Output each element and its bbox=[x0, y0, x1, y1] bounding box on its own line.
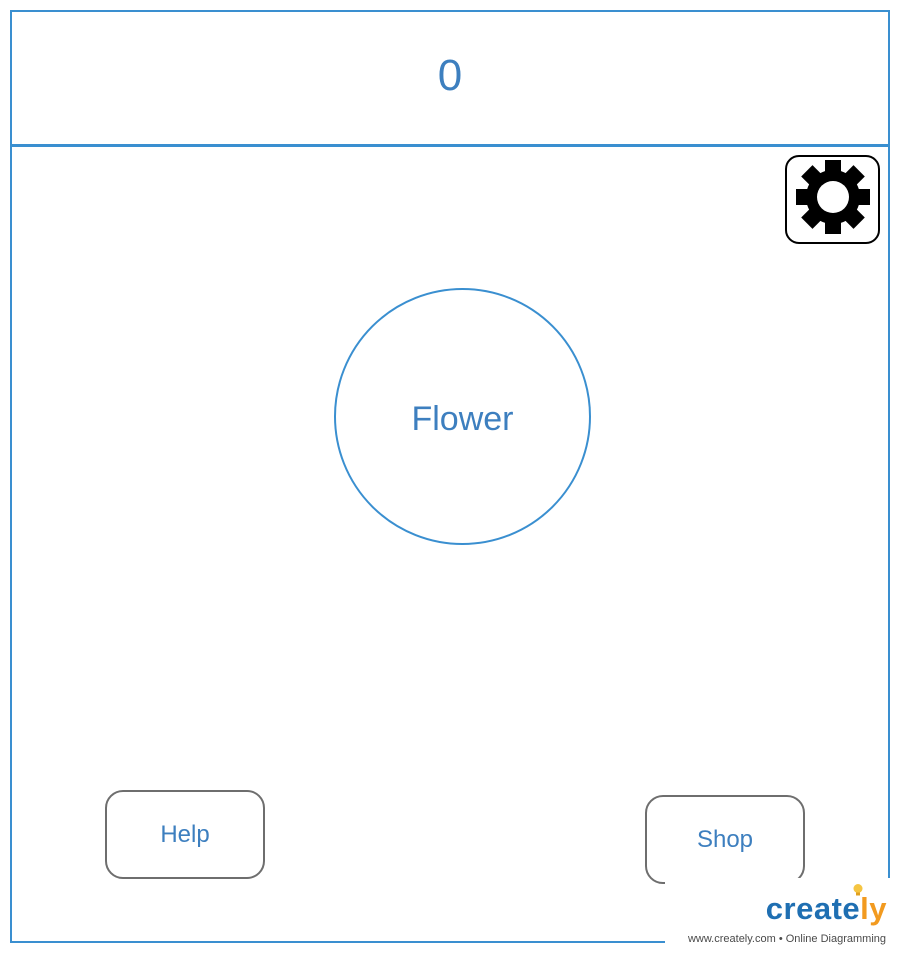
brand-main-text: create bbox=[765, 891, 861, 926]
shop-button-label: Shop bbox=[696, 825, 754, 853]
creately-watermark: creately www.creately.com • Online Diagr… bbox=[665, 878, 891, 955]
help-button-label: Help bbox=[160, 820, 210, 848]
brand-accent-text: ly bbox=[860, 891, 887, 926]
help-button[interactable]: Help bbox=[105, 790, 265, 879]
settings-button[interactable] bbox=[785, 155, 880, 244]
creately-logo: creately bbox=[766, 893, 887, 924]
score-value: 0 bbox=[437, 51, 463, 100]
flower-label: Flower bbox=[411, 400, 514, 438]
gear-icon bbox=[795, 159, 871, 240]
flower-button[interactable]: Flower bbox=[334, 288, 591, 545]
shop-button[interactable]: Shop bbox=[645, 795, 805, 884]
score-display: 0 bbox=[10, 10, 890, 146]
watermark-tagline: www.creately.com • Online Diagramming bbox=[687, 933, 886, 945]
